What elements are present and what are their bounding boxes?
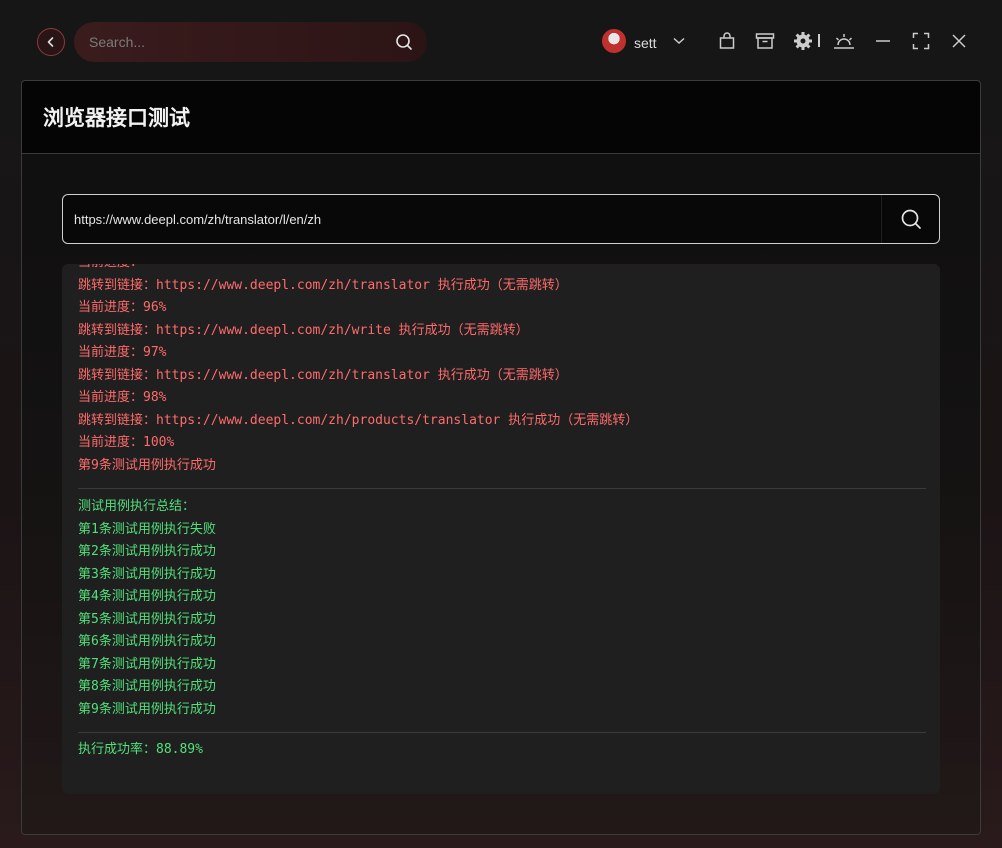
summary-line: 第4条测试用例执行成功 [78,589,216,604]
test-log-output[interactable]: 当前进度： 跳转到链接：https://www.deepl.com/zh/tra… [62,264,940,794]
archive-icon[interactable] [754,30,776,52]
shopping-bag-icon[interactable] [716,30,738,52]
user-menu[interactable]: sett [602,29,685,53]
avatar[interactable] [602,29,626,53]
log-divider [78,488,926,489]
search-icon [901,209,921,229]
summary-line: 第6条测试用例执行成功 [78,634,216,649]
global-search [74,22,427,62]
log-line: 当前进度：100% [78,435,175,450]
log-divider [78,732,926,733]
summary-line: 第2条测试用例执行成功 [78,544,216,559]
summary-line: 第9条测试用例执行成功 [78,701,216,717]
search-icon[interactable] [395,33,413,56]
sunrise-icon[interactable] [833,30,855,52]
user-name[interactable]: sett [634,35,657,51]
summary-line: 第1条测试用例执行失败 [78,521,216,537]
log-line: 当前进度：96% [78,300,167,315]
chevron-down-icon[interactable] [673,37,685,45]
url-input[interactable] [63,211,881,227]
log-line: 跳转到链接：https://www.deepl.com/zh/products/… [78,412,639,428]
log-line: 第9条测试用例执行成功 [78,457,216,473]
close-icon[interactable] [948,30,970,52]
url-input-box [62,194,940,244]
success-rate: 执行成功率：88.89% [78,742,203,757]
title-bar: sett [0,0,1002,80]
log-line: 当前进度：98% [78,390,167,405]
log-line: 跳转到链接：https://www.deepl.com/zh/write 执行成… [78,322,529,338]
log-line: 跳转到链接：https://www.deepl.com/zh/translato… [78,277,568,293]
search-input[interactable] [89,34,379,50]
back-arrow-icon [47,37,54,47]
page-title: 浏览器接口测试 [43,107,190,130]
back-button[interactable] [37,28,65,56]
log-line: 当前进度：97% [78,345,167,360]
browser-api-test-panel: 浏览器接口测试 当前进度： 跳转到链接：https://www.deepl.co… [21,80,981,835]
log-line: 跳转到链接：https://www.deepl.com/zh/translato… [78,367,568,383]
log-line: 当前进度： [78,264,926,275]
maximize-icon[interactable] [910,30,932,52]
toolbar-divider [818,34,820,47]
minimize-icon[interactable] [872,30,894,52]
url-search-button[interactable] [881,195,939,243]
summary-line: 第7条测试用例执行成功 [78,656,216,672]
summary-line: 第3条测试用例执行成功 [78,566,216,582]
gear-icon[interactable] [792,30,814,52]
summary-line: 第8条测试用例执行成功 [78,679,216,694]
summary-line: 第5条测试用例执行成功 [78,611,216,627]
summary-heading: 测试用例执行总结： [78,499,196,514]
panel-header: 浏览器接口测试 [22,81,980,154]
